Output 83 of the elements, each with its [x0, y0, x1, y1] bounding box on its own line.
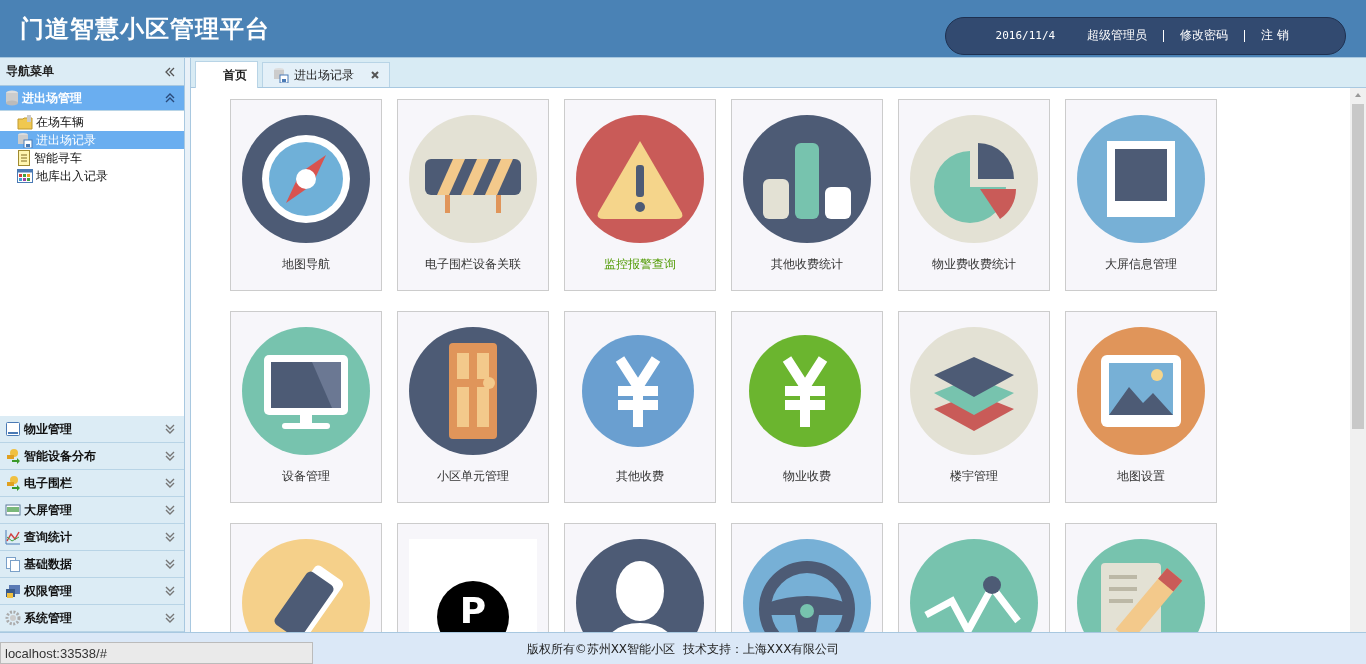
- tile-label: 小区单元管理: [437, 468, 509, 485]
- pages-icon: [5, 556, 21, 572]
- tile-label: 物业费收费统计: [932, 256, 1016, 273]
- user-name: 超级管理员: [1086, 27, 1149, 44]
- double-chevron-up-icon[interactable]: [164, 92, 176, 104]
- folder-icon: [17, 114, 33, 130]
- monitor-icon: [242, 327, 370, 455]
- window-icon: [5, 502, 21, 518]
- date-text: 2016/11/4: [994, 29, 1057, 42]
- tile-label: 其他收费统计: [771, 256, 843, 273]
- tile-label: 其他收费: [616, 468, 664, 485]
- menu-tile[interactable]: P: [397, 523, 549, 632]
- menu-group-header[interactable]: 系统管理: [0, 605, 184, 632]
- menu-tile[interactable]: 物业收费: [731, 311, 883, 503]
- gear-icon: [5, 610, 21, 626]
- database-icon: [5, 90, 19, 106]
- line-chart-icon: [910, 539, 1038, 632]
- barrier-icon: [409, 115, 537, 243]
- header-link[interactable]: 注 销: [1245, 27, 1305, 44]
- pie-chart-icon: [910, 115, 1038, 243]
- menu-group-header[interactable]: 查询统计: [0, 524, 184, 551]
- menu-tile[interactable]: 大屏信息管理: [1065, 99, 1217, 291]
- collapse-icon[interactable]: [164, 65, 176, 78]
- door-icon: [409, 327, 537, 455]
- tile-label: 大屏信息管理: [1105, 256, 1177, 273]
- menu-tile[interactable]: 设备管理: [230, 311, 382, 503]
- menu-group-header[interactable]: 权限管理: [0, 578, 184, 605]
- double-chevron-down-icon[interactable]: [164, 504, 176, 516]
- menu-item[interactable]: 智能寻车: [0, 149, 184, 167]
- sidebar-title: 导航菜单: [6, 63, 54, 80]
- tile-label: 设备管理: [282, 468, 330, 485]
- menu-group-header[interactable]: 大屏管理: [0, 497, 184, 524]
- double-chevron-down-icon[interactable]: [164, 585, 176, 597]
- menu-group-header[interactable]: 智能设备分布: [0, 443, 184, 470]
- table-icon: [17, 169, 33, 183]
- line-chart-icon: [5, 529, 21, 545]
- layers-icon: [910, 327, 1038, 455]
- bar-chart-icon: [743, 115, 871, 243]
- document-icon: [5, 421, 21, 437]
- computer-icon: [5, 583, 21, 599]
- header-link[interactable]: 修改密码: [1164, 27, 1245, 44]
- menu-group-header[interactable]: 物业管理: [0, 416, 184, 443]
- close-icon[interactable]: [371, 71, 379, 79]
- menu-item[interactable]: 地库出入记录: [0, 167, 184, 185]
- note-icon: [17, 150, 31, 166]
- app-title: 门道智慧小区管理平台: [20, 13, 270, 45]
- tile-label: 电子围栏设备关联: [425, 256, 521, 273]
- double-chevron-down-icon[interactable]: [164, 531, 176, 543]
- menu-tile[interactable]: 电子围栏设备关联: [397, 99, 549, 291]
- double-chevron-down-icon[interactable]: [164, 450, 176, 462]
- menu-group-header[interactable]: 电子围栏: [0, 470, 184, 497]
- tile-label: 监控报警查询: [604, 256, 676, 273]
- scrollbar[interactable]: [1350, 88, 1366, 632]
- compass-icon: [242, 115, 370, 243]
- menu-tile[interactable]: 地图导航: [230, 99, 382, 291]
- screen-icon: [1077, 115, 1205, 243]
- tab[interactable]: 首页: [195, 61, 258, 88]
- menu-item[interactable]: 在场车辆: [0, 113, 184, 131]
- menu-tile[interactable]: 楼宇管理: [898, 311, 1050, 503]
- double-chevron-down-icon[interactable]: [164, 558, 176, 570]
- tile-label: 地图导航: [282, 256, 330, 273]
- database-page-icon: [17, 132, 33, 148]
- footer-text: 版权所有©苏州XX智能小区 技术支持：上海XXX有限公司: [526, 640, 840, 658]
- menu-tile[interactable]: 小区单元管理: [397, 311, 549, 503]
- tile-label: 物业收费: [783, 468, 831, 485]
- tile-label: 地图设置: [1117, 468, 1165, 485]
- status-url: localhost:33538/#: [0, 642, 313, 664]
- tab[interactable]: 进出场记录: [262, 62, 390, 87]
- double-chevron-down-icon[interactable]: [164, 612, 176, 624]
- menu-tile[interactable]: 其他收费: [564, 311, 716, 503]
- menu-tile[interactable]: 物业费收费统计: [898, 99, 1050, 291]
- warning-icon: [576, 115, 704, 243]
- database-page-icon: [273, 67, 289, 83]
- menu-tile[interactable]: 其他收费统计: [731, 99, 883, 291]
- key-arrow-icon: [5, 448, 21, 464]
- picture-icon: [1077, 327, 1205, 455]
- double-chevron-down-icon[interactable]: [164, 477, 176, 489]
- tile-label: 楼宇管理: [950, 468, 998, 485]
- menu-tile[interactable]: 地图设置: [1065, 311, 1217, 503]
- key-arrow-icon: [5, 475, 21, 491]
- parking-sign-icon: P: [409, 539, 537, 632]
- double-chevron-down-icon[interactable]: [164, 423, 176, 435]
- menu-group-header[interactable]: 基础数据: [0, 551, 184, 578]
